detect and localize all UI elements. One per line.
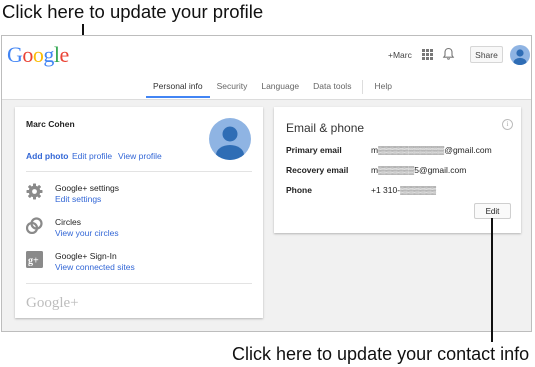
view-profile-link[interactable]: View profile	[118, 151, 162, 161]
phone-label: Phone	[286, 185, 312, 195]
primary-email-value: m▒▒▒▒▒▒▒▒▒▒▒@gmail.com	[371, 145, 492, 155]
google-logo[interactable]: Google	[7, 42, 69, 68]
edit-settings-link[interactable]: Edit settings	[55, 194, 101, 204]
google-plus-icon: g+	[26, 251, 43, 268]
add-photo-link[interactable]: Add photo	[26, 151, 68, 161]
edit-contact-button[interactable]: Edit	[474, 203, 511, 219]
divider	[26, 171, 252, 172]
tab-personal-info[interactable]: Personal info	[146, 80, 210, 98]
circles-icon	[26, 217, 43, 234]
svg-text:g+: g+	[28, 256, 39, 267]
contact-title: Email & phone	[286, 121, 365, 135]
tab-divider	[362, 80, 364, 94]
tab-security[interactable]: Security	[210, 80, 255, 98]
recovery-email-value: m▒▒▒▒▒▒5@gmail.com	[371, 165, 467, 175]
apps-grid-icon[interactable]	[422, 49, 433, 60]
callout-update-profile: Click here to update your profile	[2, 1, 264, 22]
logo-letter: o	[32, 42, 44, 67]
tab-language[interactable]: Language	[254, 80, 306, 98]
gear-icon	[26, 183, 43, 200]
tab-data-tools[interactable]: Data tools	[306, 80, 358, 98]
logo-letter: g	[43, 42, 54, 67]
tab-bar: Personal info Security Language Data too…	[146, 80, 399, 99]
callout-pointer-line	[491, 218, 493, 342]
divider	[26, 283, 252, 284]
user-avatar[interactable]	[510, 45, 530, 65]
google-plus-profile-link[interactable]: +Marc	[388, 50, 412, 60]
profile-card: Marc Cohen Add photo Edit profile View p…	[15, 107, 263, 318]
service-title: Circles	[55, 217, 81, 227]
share-button[interactable]: Share	[470, 46, 503, 63]
phone-value: +1 310-▒▒▒▒▒▒	[371, 185, 437, 195]
account-page-window: Google +Marc Share Personal info Securit…	[1, 35, 532, 332]
service-title: Google+ settings	[55, 183, 120, 193]
logo-letter: G	[7, 42, 23, 67]
logo-letter: e	[59, 42, 70, 67]
logo-letter: o	[22, 42, 33, 67]
view-circles-link[interactable]: View your circles	[55, 228, 119, 238]
primary-email-label: Primary email	[286, 145, 342, 155]
profile-photo-avatar[interactable]	[209, 118, 251, 160]
recovery-email-label: Recovery email	[286, 165, 349, 175]
profile-name: Marc Cohen	[26, 119, 75, 129]
contact-card: Email & phone i Primary email m▒▒▒▒▒▒▒▒▒…	[274, 107, 521, 233]
google-plus-logo: Google+	[26, 295, 79, 311]
top-bar: Google +Marc Share Personal info Securit…	[2, 36, 531, 100]
bell-icon[interactable]	[442, 47, 455, 61]
info-icon[interactable]: i	[502, 119, 513, 130]
service-title: Google+ Sign-In	[55, 251, 117, 261]
edit-profile-link[interactable]: Edit profile	[72, 151, 112, 161]
callout-update-contact-info: Click here to update your contact info	[232, 344, 530, 364]
view-connected-sites-link[interactable]: View connected sites	[55, 262, 135, 272]
tab-help[interactable]: Help	[367, 80, 398, 98]
